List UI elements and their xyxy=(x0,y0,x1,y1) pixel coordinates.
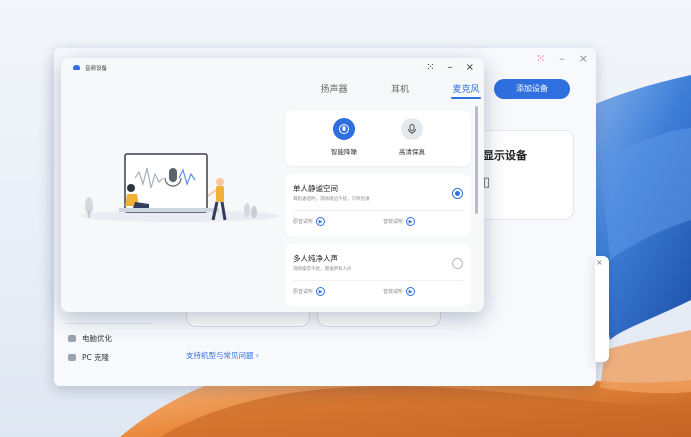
hifi-mic-icon xyxy=(401,118,423,140)
add-device-button[interactable]: 添加设备 xyxy=(494,79,570,99)
option-radio[interactable] xyxy=(452,258,463,269)
main-menu-button[interactable]: ⁙ xyxy=(536,52,545,65)
main-window-controls: ⁙ – × xyxy=(536,52,588,65)
sidebar-item-label: 电脑优化 xyxy=(82,334,112,343)
dialog-menu-button[interactable]: ⁙ xyxy=(426,62,434,73)
listen-label: 音效试听 xyxy=(383,219,404,225)
option-radio[interactable] xyxy=(452,188,463,199)
option-multi-voice[interactable]: 多人纯净人声 消除噪音干扰，增强所有人声 原音试听 ▶ 音效试听 ▶ xyxy=(285,244,471,306)
options-scrollbar[interactable] xyxy=(475,106,478,214)
tab-headphones[interactable]: 耳机 xyxy=(367,82,433,99)
play-icon: ▶ xyxy=(316,217,326,226)
sidebar-item-optimize[interactable]: 电脑优化 xyxy=(68,333,112,344)
option-description: 消除噪音干扰，增强所有人声 xyxy=(293,267,352,272)
option-divider xyxy=(293,280,463,281)
listen-label: 原音试听 xyxy=(293,289,314,295)
mode-hifi[interactable]: 高清保真 xyxy=(377,118,447,156)
sidebar-item-pc-clone[interactable]: PC 克隆 xyxy=(68,352,109,363)
listen-effect-button[interactable]: 音效试听 ▶ xyxy=(383,287,416,296)
tab-microphone[interactable]: 麦克风 xyxy=(433,82,484,99)
main-minimize-button[interactable]: – xyxy=(559,52,565,65)
option-description: 耳机通话时，消除周边干扰，只听您讲 xyxy=(293,197,370,202)
support-link[interactable]: 支持机型与常见问题 › xyxy=(186,350,259,361)
option-single-quiet[interactable]: 单人静谧空间 耳机通话时，消除周边干扰，只听您讲 原音试听 ▶ 音效试听 ▶ xyxy=(285,174,471,236)
main-close-button[interactable]: × xyxy=(579,52,588,65)
tab-speaker[interactable]: 扬声器 xyxy=(301,82,367,99)
listen-effect-button[interactable]: 音效试听 ▶ xyxy=(383,217,416,226)
optimize-icon xyxy=(68,335,76,342)
mic-mode-card: 智能降噪 高清保真 xyxy=(285,110,471,166)
dialog-controls: ⁙ – × xyxy=(426,62,474,73)
dialog-close-button[interactable]: × xyxy=(466,62,474,73)
clone-icon xyxy=(68,354,76,361)
sidebar-divider xyxy=(66,323,152,324)
dialog-minimize-button[interactable]: – xyxy=(448,62,453,73)
play-icon: ▶ xyxy=(406,287,416,296)
listen-original-button[interactable]: 原音试听 ▶ xyxy=(293,287,326,296)
play-icon: ▶ xyxy=(406,217,416,226)
mode-label: 高清保真 xyxy=(399,148,425,156)
listen-label: 原音试听 xyxy=(293,219,314,225)
sidebar-item-label: PC 克隆 xyxy=(82,353,110,362)
mode-label: 智能降噪 xyxy=(331,148,357,156)
app-logo-icon xyxy=(73,65,80,70)
dialog-title: 音频设备 xyxy=(85,66,108,72)
secondary-window: × xyxy=(595,256,609,362)
audio-tabs: 扬声器 耳机 麦克风 xyxy=(301,82,484,99)
option-divider xyxy=(293,210,463,211)
listen-original-button[interactable]: 原音试听 ▶ xyxy=(293,217,326,226)
mode-noise-reduction[interactable]: 智能降噪 xyxy=(309,118,379,156)
microphone-illustration xyxy=(80,153,280,222)
display-device-title: 显示设备 xyxy=(483,149,527,162)
secondary-close-button[interactable]: × xyxy=(596,258,603,267)
audio-device-dialog: 音频设备 ⁙ – × 扬声器 耳机 麦克风 智能降噪 高清保真 单人静谧空间 耳… xyxy=(61,58,484,312)
noise-reduction-icon xyxy=(333,118,355,140)
listen-label: 音效试听 xyxy=(383,289,404,295)
display-device-icon: ▯ xyxy=(483,175,491,190)
play-icon: ▶ xyxy=(316,287,326,296)
option-title: 多人纯净人声 xyxy=(293,254,338,263)
option-title: 单人静谧空间 xyxy=(293,184,338,193)
